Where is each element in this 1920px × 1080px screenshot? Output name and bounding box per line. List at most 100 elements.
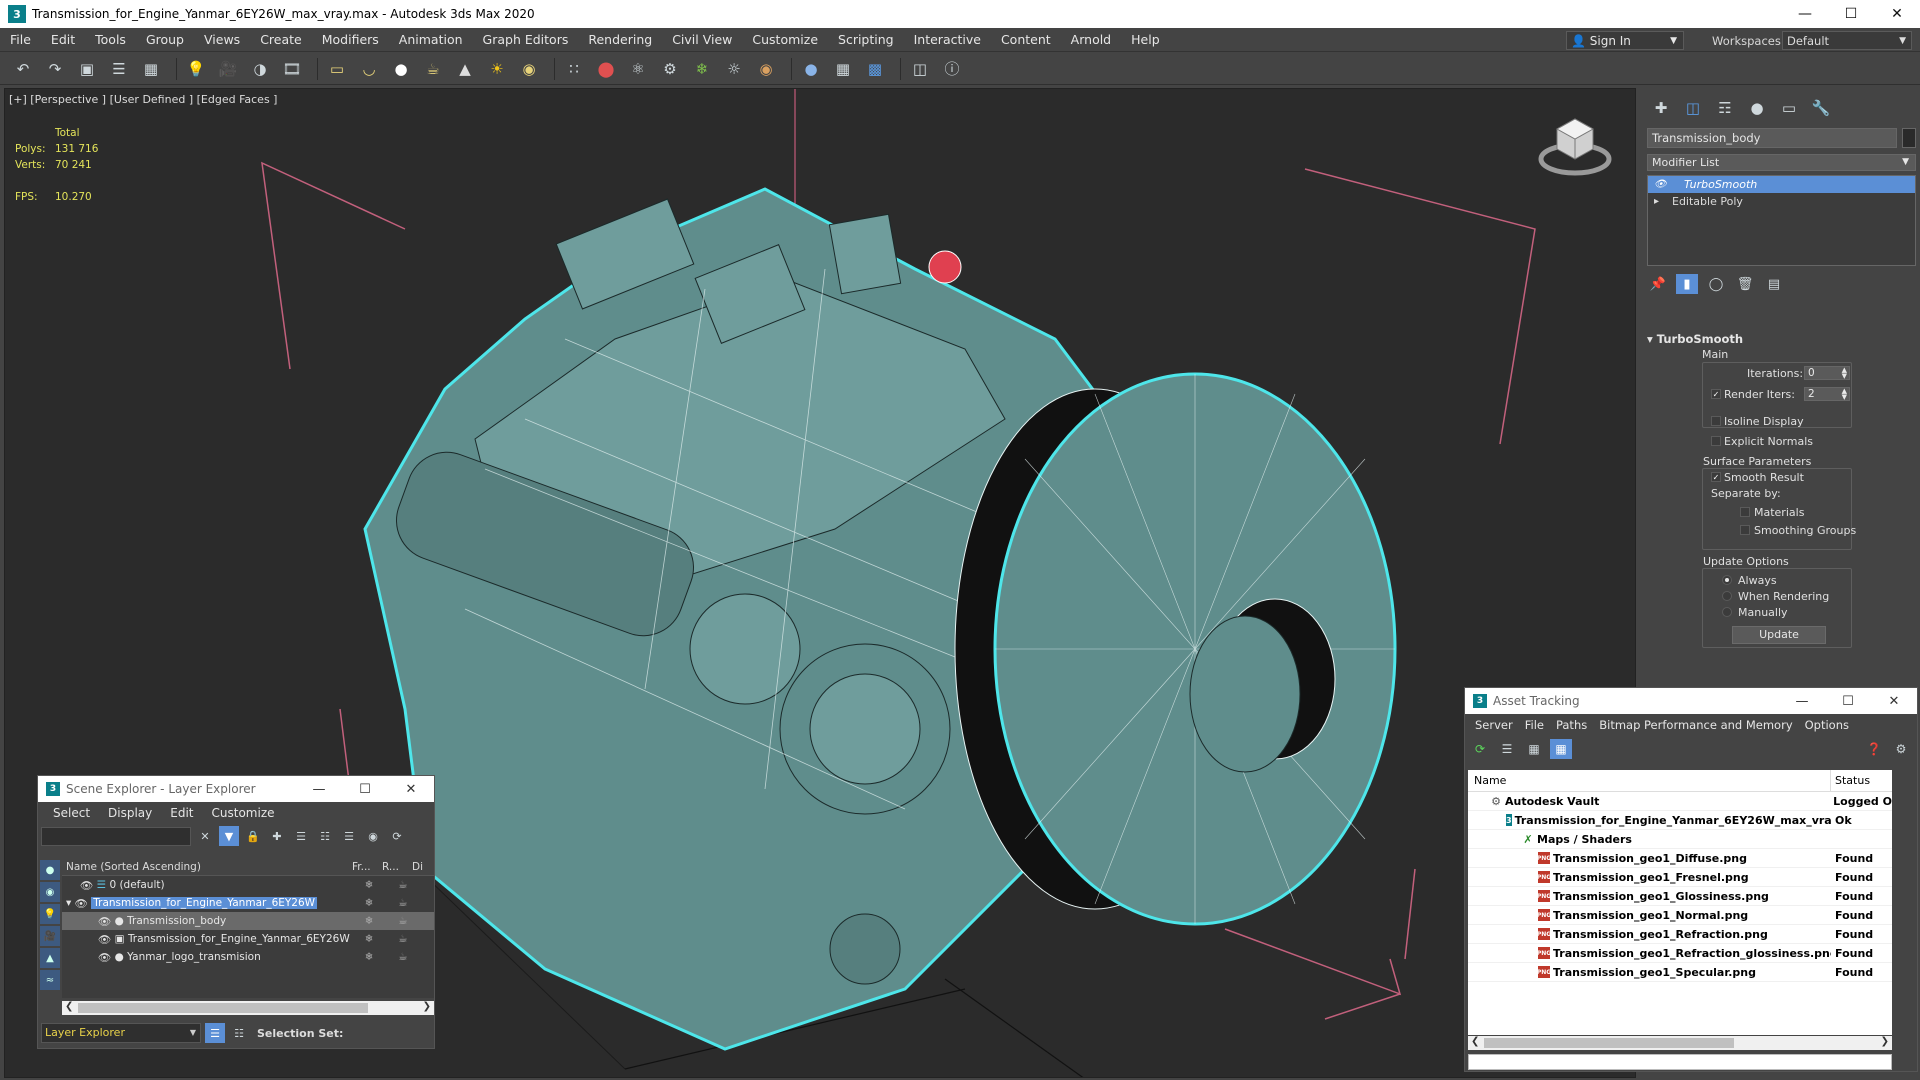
render-iters-spinner[interactable]: 2 ▲ ▼ bbox=[1804, 387, 1850, 401]
asset-row[interactable]: ⚙ Autodesk Vault Logged O bbox=[1468, 792, 1892, 811]
remove-modifier-icon[interactable]: 🗑 bbox=[1734, 274, 1756, 294]
menu-edit[interactable]: Edit bbox=[41, 28, 85, 52]
column-display[interactable]: Di bbox=[412, 861, 423, 873]
freeze-icon[interactable]: ❄ bbox=[352, 933, 386, 945]
material-icon[interactable]: ⬤ bbox=[593, 56, 619, 82]
help-icon[interactable]: ⓘ bbox=[939, 56, 965, 82]
maximize-button[interactable]: ☐ bbox=[1825, 694, 1871, 709]
menu-content[interactable]: Content bbox=[991, 28, 1061, 52]
column-name[interactable]: Name bbox=[1468, 770, 1831, 792]
modify-tab-icon[interactable]: ◫ bbox=[1680, 96, 1706, 120]
iterations-spinner[interactable]: 0 ▲ ▼ bbox=[1804, 366, 1850, 380]
hierarchy-icon[interactable]: ☷ bbox=[315, 826, 335, 846]
when-rendering-radio[interactable] bbox=[1722, 591, 1732, 601]
scrollbar-thumb[interactable] bbox=[1484, 1038, 1734, 1048]
lights-filter-icon[interactable]: 💡 bbox=[40, 904, 60, 924]
at-menu-server[interactable]: Server bbox=[1469, 718, 1519, 732]
make-unique-icon[interactable]: ◯ bbox=[1705, 274, 1727, 294]
sun-icon[interactable]: ☀ bbox=[484, 56, 510, 82]
at-menu-options[interactable]: Options bbox=[1799, 718, 1855, 732]
maximize-button[interactable]: ☐ bbox=[342, 782, 388, 797]
interactive-render-icon[interactable]: ▩ bbox=[862, 56, 888, 82]
minimize-button[interactable]: — bbox=[1779, 694, 1825, 709]
table-view-icon[interactable]: ▦ bbox=[1550, 739, 1572, 759]
cameras-filter-icon[interactable]: 🎥 bbox=[40, 926, 60, 946]
asset-tracking-titlebar[interactable]: 3 Asset Tracking — ☐ ✕ bbox=[1465, 688, 1917, 714]
stack-item-turbosmooth[interactable]: 👁 TurboSmooth bbox=[1648, 176, 1915, 193]
render-frame-icon[interactable]: ▣ bbox=[74, 56, 100, 82]
eye-icon[interactable]: 👁 bbox=[98, 933, 115, 946]
menu-graph-editors[interactable]: Graph Editors bbox=[473, 28, 579, 52]
viewcube-icon[interactable] bbox=[1535, 109, 1615, 179]
isoline-checkbox[interactable] bbox=[1711, 416, 1721, 426]
asset-path-field[interactable] bbox=[1468, 1054, 1892, 1070]
asset-row[interactable]: PNG Transmission_geo1_Specular.png Found bbox=[1468, 963, 1892, 982]
chevron-right-icon[interactable]: ❯ bbox=[1881, 1036, 1889, 1047]
menu-rendering[interactable]: Rendering bbox=[578, 28, 662, 52]
tree-row[interactable]: 👁 ● Transmission_body ❄ ☕ bbox=[62, 912, 434, 930]
sphere-icon[interactable]: ● bbox=[388, 56, 414, 82]
motion-tab-icon[interactable]: ● bbox=[1744, 96, 1770, 120]
minimize-button[interactable]: — bbox=[296, 782, 342, 797]
menu-create[interactable]: Create bbox=[250, 28, 312, 52]
show-end-result-icon[interactable]: ▮ bbox=[1676, 274, 1698, 294]
list-view-icon[interactable]: ☰ bbox=[1496, 739, 1518, 759]
se-menu-edit[interactable]: Edit bbox=[161, 806, 202, 820]
horizontal-scrollbar[interactable]: ❮ ❯ bbox=[1468, 1036, 1892, 1050]
objects-filter-icon[interactable]: ● bbox=[40, 860, 60, 880]
stack-item-editable-poly[interactable]: ▸ Editable Poly bbox=[1648, 193, 1915, 210]
film-icon[interactable]: 🎞 bbox=[279, 56, 305, 82]
add-layer-icon[interactable]: ✚ bbox=[267, 826, 287, 846]
asset-row[interactable]: PNG Transmission_geo1_Glossiness.png Foun… bbox=[1468, 887, 1892, 906]
menu-animation[interactable]: Animation bbox=[389, 28, 473, 52]
expand-arrow-icon[interactable]: ▸ bbox=[1654, 196, 1672, 207]
sign-in-dropdown[interactable]: 👤 Sign In ▼ bbox=[1566, 31, 1684, 50]
scene-explorer-titlebar[interactable]: 3 Scene Explorer - Layer Explorer — ☐ ✕ bbox=[38, 776, 434, 802]
fur-icon[interactable]: ❄ bbox=[689, 56, 715, 82]
asset-row[interactable]: PNG Transmission_geo1_Diffuse.png Found bbox=[1468, 849, 1892, 868]
geometry-filter-icon[interactable]: ◉ bbox=[40, 882, 60, 902]
se-menu-customize[interactable]: Customize bbox=[203, 806, 284, 820]
cone-icon[interactable]: ▲ bbox=[452, 56, 478, 82]
horizontal-scrollbar[interactable]: ❮ ❯ bbox=[62, 1001, 434, 1015]
layer-mode-icon[interactable]: ☰ bbox=[205, 1023, 225, 1043]
chevron-left-icon[interactable]: ❮ bbox=[65, 1001, 73, 1012]
menu-views[interactable]: Views bbox=[194, 28, 250, 52]
frame-buffer-icon[interactable]: ▦ bbox=[830, 56, 856, 82]
settings-icon[interactable]: ⚙ bbox=[1890, 739, 1912, 759]
close-button[interactable]: ✕ bbox=[1871, 694, 1917, 709]
freeze-icon[interactable]: ❄ bbox=[352, 915, 386, 927]
asset-row[interactable]: ✗ Maps / Shaders bbox=[1468, 830, 1892, 849]
pin-stack-icon[interactable]: 📌 bbox=[1647, 274, 1669, 294]
menu-scripting[interactable]: Scripting bbox=[828, 28, 904, 52]
teapot-icon[interactable]: ☕ bbox=[420, 56, 446, 82]
layers-icon[interactable]: ☰ bbox=[291, 826, 311, 846]
dome-icon[interactable]: ◡ bbox=[356, 56, 382, 82]
stack-icon[interactable]: ☰ bbox=[339, 826, 359, 846]
menu-customize[interactable]: Customize bbox=[742, 28, 828, 52]
render-teapot-icon[interactable]: ☕ bbox=[386, 933, 420, 945]
render-teapot-icon[interactable]: ☕ bbox=[386, 897, 420, 909]
close-button[interactable]: ✕ bbox=[1874, 0, 1920, 28]
always-radio[interactable] bbox=[1722, 575, 1732, 585]
freeze-icon[interactable]: ❄ bbox=[352, 879, 386, 891]
search-input[interactable] bbox=[41, 826, 191, 846]
menu-arnold[interactable]: Arnold bbox=[1061, 28, 1121, 52]
menu-file[interactable]: File bbox=[0, 28, 41, 52]
undo-icon[interactable]: ↶ bbox=[10, 56, 36, 82]
eye-icon[interactable]: 👁 bbox=[98, 915, 115, 928]
column-status[interactable]: Status bbox=[1831, 774, 1870, 787]
asset-row[interactable]: PNG Transmission_geo1_Normal.png Found bbox=[1468, 906, 1892, 925]
display-tab-icon[interactable]: ▭ bbox=[1776, 96, 1802, 120]
minimize-button[interactable]: — bbox=[1782, 0, 1828, 28]
scrollbar-thumb[interactable] bbox=[78, 1003, 368, 1013]
grid-icon[interactable]: ▦ bbox=[138, 56, 164, 82]
materials-checkbox[interactable] bbox=[1740, 507, 1750, 517]
at-menu-paths[interactable]: Paths bbox=[1550, 718, 1593, 732]
smoothing-groups-checkbox[interactable] bbox=[1740, 525, 1750, 535]
menu-modifiers[interactable]: Modifiers bbox=[312, 28, 389, 52]
menu-civil-view[interactable]: Civil View bbox=[662, 28, 742, 52]
render-iters-checkbox[interactable]: ✓ bbox=[1711, 389, 1721, 399]
asset-tracking-icon[interactable]: ◫ bbox=[907, 56, 933, 82]
eye-icon[interactable]: 👁 bbox=[98, 951, 115, 964]
